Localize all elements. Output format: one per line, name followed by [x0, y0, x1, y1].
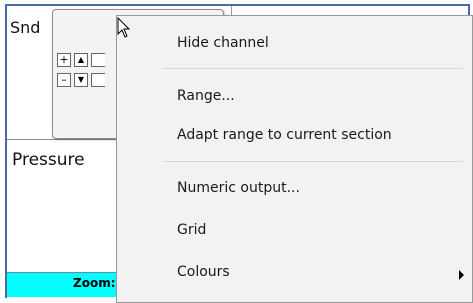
- shift-up-button[interactable]: [91, 53, 105, 67]
- up-button[interactable]: ▲: [74, 53, 88, 67]
- plus-button[interactable]: +: [57, 53, 71, 67]
- shift-down-button[interactable]: [91, 73, 105, 87]
- down-button[interactable]: ▼: [74, 73, 88, 87]
- context-menu: Hide channel Range... Adapt range to cur…: [116, 15, 473, 303]
- menu-item-adapt-range[interactable]: Adapt range to current section: [177, 127, 392, 143]
- channel-label-pressure: Pressure: [12, 150, 85, 170]
- channel-label-top: Snd: [10, 18, 41, 37]
- menu-separator: [163, 161, 463, 162]
- submenu-arrow-icon: [459, 270, 464, 280]
- menu-separator: [163, 68, 463, 69]
- minus-button[interactable]: –: [57, 73, 71, 87]
- menu-item-numeric-output[interactable]: Numeric output...: [177, 180, 300, 196]
- menu-item-grid[interactable]: Grid: [177, 222, 206, 238]
- menu-item-colours[interactable]: Colours: [177, 264, 230, 280]
- menu-item-hide-channel[interactable]: Hide channel: [177, 35, 269, 51]
- pointer-cursor-icon: [117, 16, 131, 43]
- zoom-label: Zoom:: [73, 276, 116, 290]
- menu-item-range[interactable]: Range...: [177, 88, 235, 104]
